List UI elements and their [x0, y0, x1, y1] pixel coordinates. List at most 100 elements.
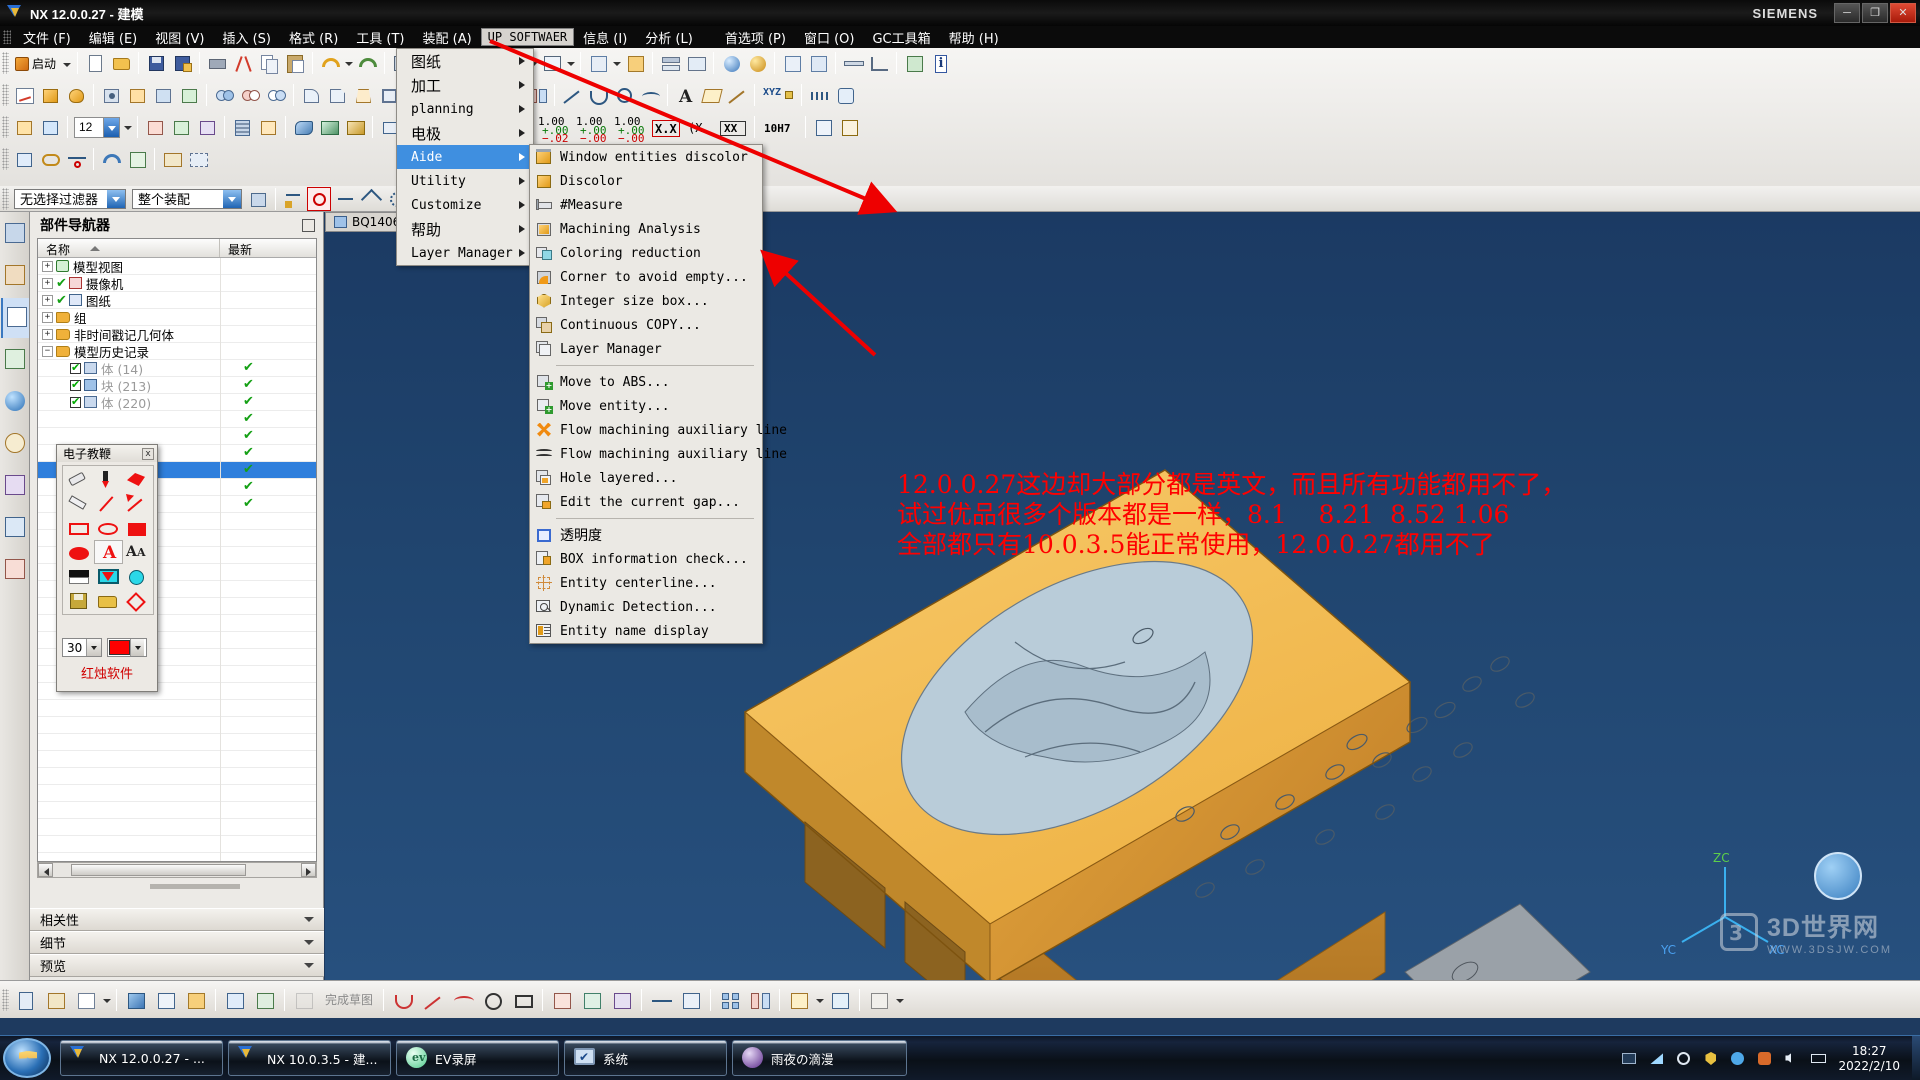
- xx-dimension-button[interactable]: XX: [717, 115, 749, 139]
- undo-button[interactable]: [318, 51, 342, 75]
- show-desktop-button[interactable]: [1912, 1036, 1920, 1080]
- snap-midpoint-button[interactable]: [333, 187, 357, 211]
- table-row[interactable]: [38, 767, 316, 785]
- table-row[interactable]: ✔: [38, 427, 316, 445]
- depth-callout-button[interactable]: 10H7: [760, 115, 800, 139]
- menu-item-window[interactable]: 窗口 (O): [795, 26, 864, 49]
- sketch-project-dropdown[interactable]: [814, 988, 825, 1012]
- highlighter-tool[interactable]: [123, 468, 152, 492]
- rail-item-reuse-library[interactable]: [1, 340, 29, 380]
- menu-option-machining[interactable]: 加工: [397, 73, 533, 97]
- text-tool[interactable]: A: [94, 540, 123, 564]
- row-checkbox[interactable]: [70, 378, 81, 391]
- redo-button[interactable]: [355, 51, 379, 75]
- tolerance-chip-4[interactable]: 1.00 +.00 −.00: [611, 115, 647, 144]
- ellipse-tool[interactable]: [94, 516, 123, 540]
- boxed-dimension-button[interactable]: X.X: [649, 115, 683, 139]
- sketch-button[interactable]: [12, 83, 36, 107]
- taskbar-item-nx-12[interactable]: NX 12.0.0.27 - ...: [60, 1040, 223, 1076]
- submenu-item-move-entity[interactable]: + Move entity...: [530, 394, 762, 418]
- scroll-left-icon[interactable]: [38, 863, 53, 877]
- tree-expander[interactable]: +: [42, 328, 53, 340]
- menu-item-help[interactable]: 帮助 (H): [940, 26, 1008, 49]
- menu-option-planning[interactable]: planning: [397, 97, 533, 121]
- table-row[interactable]: [38, 818, 316, 836]
- text-size-tool[interactable]: A A: [123, 540, 152, 564]
- menu-item-format[interactable]: 格式 (R): [280, 26, 347, 49]
- draft-button[interactable]: [351, 83, 375, 107]
- curve-arc-button[interactable]: [586, 83, 610, 107]
- rail-item-constraint-navigator[interactable]: [1, 256, 29, 296]
- rib-button[interactable]: [256, 115, 280, 139]
- submenu-item-box-information-check[interactable]: BOX information check...: [530, 547, 762, 571]
- tray-antivirus-icon[interactable]: [1729, 1050, 1746, 1067]
- section-preview[interactable]: 预览: [30, 954, 324, 977]
- submenu-item-move-to-abs[interactable]: + Move to ABS...: [530, 370, 762, 394]
- tray-volume-icon[interactable]: [1783, 1050, 1800, 1067]
- finish-sketch-icon-button[interactable]: [290, 986, 318, 1014]
- section-details[interactable]: 细节: [30, 931, 324, 954]
- sketch-offset-button[interactable]: [608, 986, 636, 1014]
- ruled-surface-button[interactable]: [343, 115, 367, 139]
- arrow-tool[interactable]: [123, 492, 152, 516]
- bottom-layer-button[interactable]: [221, 986, 249, 1014]
- menu-option-layer-manager[interactable]: Layer Manager: [397, 241, 533, 265]
- curve-line-button[interactable]: [560, 83, 584, 107]
- table-row[interactable]: − 模型历史记录: [38, 342, 316, 360]
- resize-face-button[interactable]: [195, 115, 219, 139]
- bottom-view-shaded-button[interactable]: [122, 986, 150, 1014]
- pad-button[interactable]: [177, 83, 201, 107]
- table-row[interactable]: [38, 801, 316, 819]
- datum-plane-button[interactable]: [699, 83, 723, 107]
- wireframe-dropdown[interactable]: [565, 51, 576, 75]
- chevron-down-icon[interactable]: [223, 189, 241, 208]
- tray-battery-icon[interactable]: [1810, 1050, 1827, 1067]
- bottom-toolbar-grip[interactable]: [2, 988, 9, 1011]
- taskbar-item-nx-10[interactable]: NX 10.0.3.5 - 建...: [228, 1040, 391, 1076]
- table-row[interactable]: 体 (14) ✔: [38, 359, 316, 377]
- line-tool[interactable]: [94, 492, 123, 516]
- tray-settings-icon[interactable]: [1675, 1050, 1692, 1067]
- toolbar-grip-4[interactable]: [2, 148, 9, 170]
- table-row[interactable]: [38, 852, 316, 861]
- table-row[interactable]: + ✔ 摄像机: [38, 274, 316, 292]
- sketch-mirror-button[interactable]: [746, 986, 774, 1014]
- wireframe-button[interactable]: [540, 51, 564, 75]
- menu-item-analysis[interactable]: 分析 (L): [636, 26, 702, 49]
- submenu-item-discolor[interactable]: Discolor: [530, 169, 762, 193]
- tree-expander[interactable]: −: [42, 345, 53, 357]
- print-button[interactable]: [205, 51, 229, 75]
- submenu-item-integer-size-box[interactable]: Integer size box...: [530, 289, 762, 313]
- intersect-button[interactable]: [264, 83, 288, 107]
- spot-tool[interactable]: [123, 564, 152, 588]
- pen-size-select[interactable]: 30: [62, 638, 102, 657]
- table-row[interactable]: + 模型视图: [38, 257, 316, 275]
- paren-dimension-button[interactable]: (X.: [685, 115, 715, 139]
- scroll-right-icon[interactable]: [301, 863, 316, 877]
- taskbar-item-media[interactable]: 雨夜の滴漫: [732, 1040, 907, 1076]
- boss-button[interactable]: [125, 83, 149, 107]
- toolbar-grip-3[interactable]: [2, 116, 9, 138]
- rail-item-hd3d-tools[interactable]: [1, 550, 29, 590]
- rail-item-part-navigator[interactable]: [1, 298, 29, 338]
- extrude-button[interactable]: [38, 83, 62, 107]
- sketch-curve-spline-button[interactable]: [449, 986, 477, 1014]
- chevron-down-icon[interactable]: [103, 117, 119, 137]
- menu-item-insert[interactable]: 插入 (S): [213, 26, 280, 49]
- cut-button[interactable]: [231, 51, 255, 75]
- replace-face-button[interactable]: [169, 115, 193, 139]
- xyz-button[interactable]: XYZ: [760, 83, 796, 107]
- rectangle-tool[interactable]: [65, 516, 94, 540]
- selection-scope-select[interactable]: 整个装配: [132, 188, 242, 209]
- pen-color-select[interactable]: [107, 638, 147, 657]
- view-section-button[interactable]: [623, 51, 647, 75]
- menu-option-electrode[interactable]: 电极: [397, 121, 533, 145]
- table-row[interactable]: [38, 716, 316, 734]
- rail-item-system-scene[interactable]: [1, 508, 29, 548]
- submenu-item-coloring-reduction[interactable]: Coloring reduction: [530, 241, 762, 265]
- text-button[interactable]: A: [673, 83, 697, 107]
- open-file-button[interactable]: [109, 51, 133, 75]
- chamfer-button[interactable]: [325, 83, 349, 107]
- toolbar-grip-2[interactable]: [2, 84, 9, 106]
- tree-col-state[interactable]: 最新: [220, 239, 316, 257]
